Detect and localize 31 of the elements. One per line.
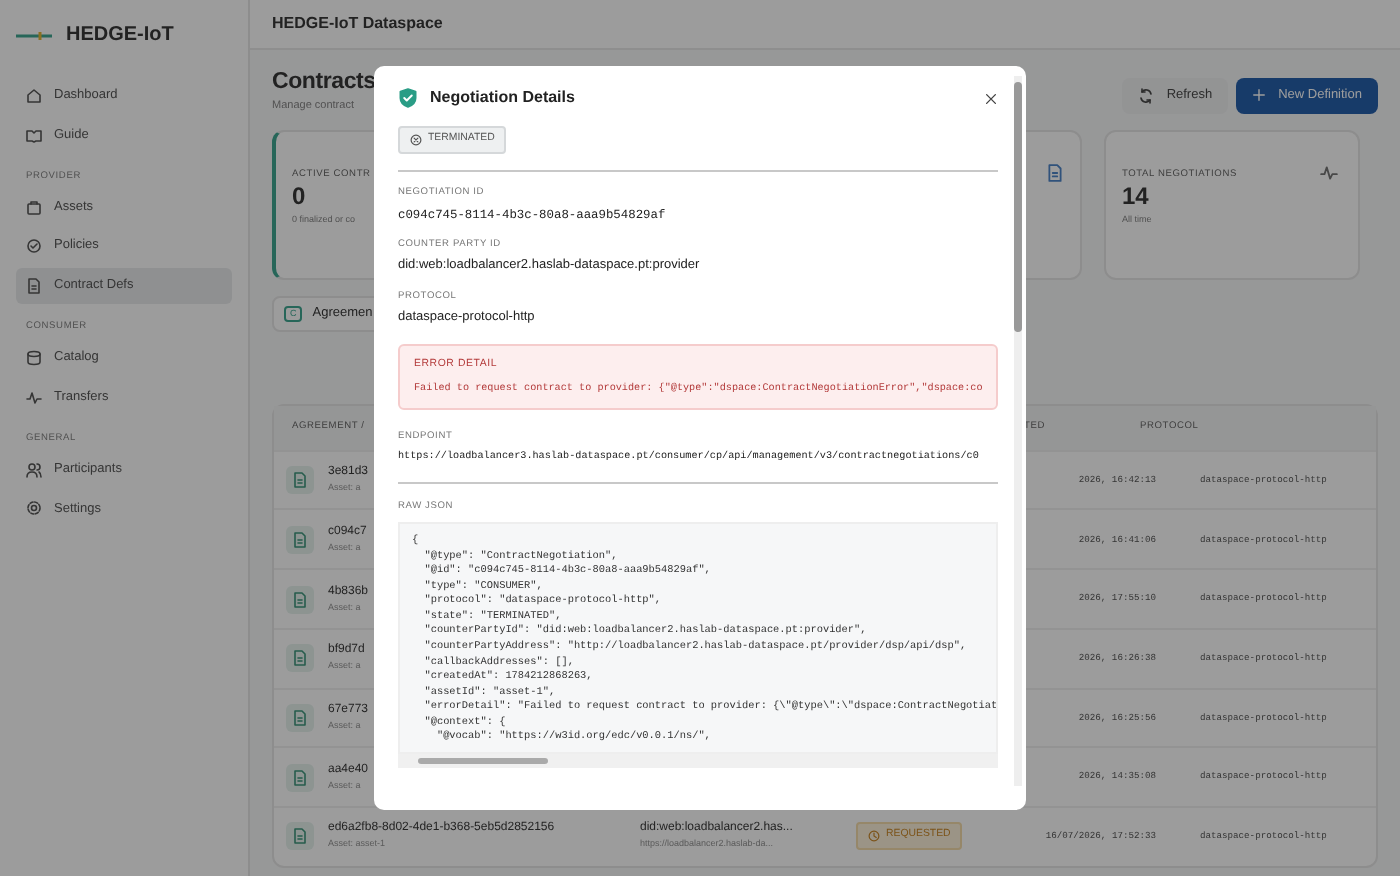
shield-icon [398,88,418,108]
cancel-icon [410,133,422,146]
document-icon [26,278,42,295]
refresh-icon [1138,87,1155,104]
page-header-title: HEDGE-IoT Dataspace [250,0,1400,50]
dialog-title: Negotiation Details [430,86,575,110]
users-icon [26,461,42,478]
document-icon [1046,164,1064,183]
document-icon [286,703,314,732]
close-icon [984,91,998,106]
pulse-icon [1320,164,1338,183]
document-icon [286,822,314,851]
box-icon [26,199,42,216]
status-icon [868,829,880,842]
book-icon [26,127,42,144]
page-title: Contracts [272,70,376,98]
close-button[interactable] [984,89,998,107]
logo-icon [16,31,52,39]
pulse-icon [26,389,42,406]
stat-value: 14 [1122,182,1149,214]
home-icon [26,87,42,104]
document-icon [286,525,314,554]
document-icon [286,763,314,792]
settings-icon [26,500,42,517]
brand-name: HEDGE-IoT [66,22,174,50]
stat-value: 0 [292,182,306,214]
plus-icon [1252,88,1267,103]
document-icon [286,644,314,673]
database-icon [26,350,42,366]
document-icon [286,585,314,614]
document-icon [286,466,314,495]
